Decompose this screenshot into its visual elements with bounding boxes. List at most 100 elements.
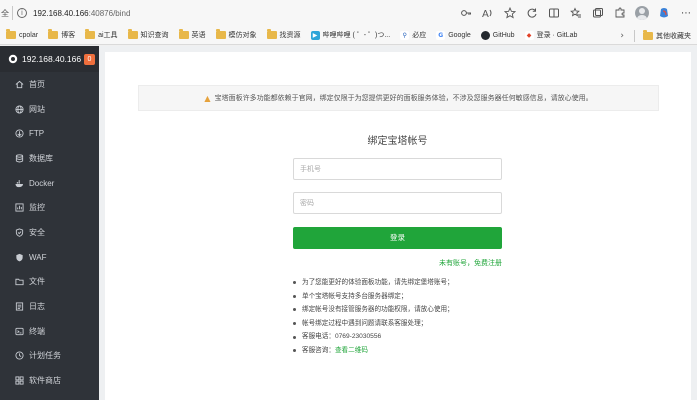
bookmark-google[interactable]: G Google [436, 30, 471, 40]
favorite-star-icon[interactable] [499, 2, 521, 24]
key-icon[interactable] [455, 2, 477, 24]
site-info-icon[interactable]: i [17, 8, 27, 18]
qr-code-link[interactable]: 查看二维码 [335, 344, 368, 358]
folder-icon [48, 29, 59, 39]
tips-list: 为了您能更好的体验面板功能，请先绑定堡塔账号； 单个宝塔帐号支持多台服务器绑定；… [293, 276, 593, 358]
login-button[interactable]: 登录 [293, 227, 502, 249]
sidebar-item-label: 监控 [29, 203, 45, 213]
list-item: 帐号绑定过程中遇到问题请联系客服处理； [293, 317, 593, 331]
home-icon [14, 79, 24, 89]
folder-icon [266, 29, 277, 39]
bookmark-bilibili[interactable]: ▶ 哔哩哔哩 ( ゜- ゜)つ... [310, 30, 391, 40]
docker-icon [14, 178, 24, 188]
sidebar-server-header[interactable]: 192.168.40.166 0 [0, 46, 99, 72]
address-left-glyph: 全 [1, 8, 9, 18]
folder-icon [127, 29, 138, 39]
bookmarks-bar: cpolar 博客 ai工具 知识查询 英语 模仿对象 找资源 ▶ 哔哩哔哩 ( … [0, 26, 697, 45]
server-icon [8, 54, 18, 64]
password-input[interactable] [293, 192, 502, 214]
bookmark-resources[interactable]: 找资源 [266, 29, 301, 40]
monitor-icon [14, 203, 24, 213]
refresh-extension-icon[interactable] [521, 2, 543, 24]
sidebar-item-home[interactable]: 首页 [0, 72, 99, 97]
collections-icon[interactable] [587, 2, 609, 24]
bookmark-label: cpolar [19, 31, 39, 39]
sidebar-item-terminal[interactable]: 终端 [0, 319, 99, 344]
folder-icon [178, 29, 189, 39]
sidebar-item-files[interactable]: 文件 [0, 270, 99, 295]
folder-icon [643, 29, 653, 40]
split-screen-icon[interactable] [543, 2, 565, 24]
bookmark-label: ai工具 [98, 32, 118, 39]
chevron-right-icon[interactable]: › [620, 31, 624, 41]
sidebar-item-website[interactable]: 网站 [0, 97, 99, 122]
extensions-icon[interactable] [609, 2, 631, 24]
list-item: 为了您能更好的体验面板功能，请先绑定堡塔账号； [293, 276, 593, 290]
bookmark-imitate[interactable]: 模仿对象 [215, 29, 257, 40]
sidebar-item-logs[interactable]: 日志 [0, 294, 99, 319]
read-aloud-icon[interactable]: A [477, 2, 499, 24]
sidebar-item-label: WAF [29, 252, 47, 262]
sidebar-item-database[interactable]: 数据库 [0, 146, 99, 171]
profile-avatar[interactable] [635, 6, 649, 20]
sidebar-item-docker[interactable]: Docker [0, 171, 99, 196]
folder-icon [215, 29, 226, 39]
gitlab-icon: ◆ [524, 30, 534, 40]
notification-badge[interactable]: 0 [84, 53, 95, 65]
more-menu-icon[interactable]: ⋯ [675, 2, 697, 24]
tip-text: 客服电话：0769-23030556 [302, 333, 382, 341]
bookmark-knowledge[interactable]: 知识查询 [127, 29, 169, 40]
url-field[interactable]: 192.168.40.166:40876/bind [33, 9, 130, 18]
clock-icon [14, 351, 24, 361]
sidebar-item-waf[interactable]: WAF [0, 245, 99, 270]
sidebar-item-label: 安全 [29, 227, 45, 237]
bullet [293, 349, 296, 353]
sidebar-item-ftp[interactable]: FTP [0, 121, 99, 146]
list-item: 客服电话：0769-23030556 [293, 330, 593, 344]
bookmark-cpolar[interactable]: cpolar [6, 29, 39, 39]
sidebar-item-label: 网站 [29, 104, 45, 114]
warning-icon: ▲ [204, 93, 211, 103]
phone-input[interactable] [293, 158, 502, 180]
sidebar-item-label: Docker [29, 178, 55, 188]
bookmark-label: 模仿对象 [228, 32, 257, 39]
terminal-icon [14, 326, 24, 336]
server-ip: 192.168.40.166 [22, 54, 82, 64]
bookmark-blog[interactable]: 博客 [48, 29, 75, 40]
bookmark-ai-tools[interactable]: ai工具 [85, 29, 118, 40]
notice-banner: ▲ 宝塔面板许多功能都依赖于官网，绑定仅限于为您提供更好的面板服务体验，不涉及您… [138, 85, 659, 111]
sidebar-item-label: 计划任务 [29, 351, 61, 361]
log-icon [14, 302, 24, 312]
sidebar-item-monitor[interactable]: 监控 [0, 195, 99, 220]
bookmark-bing[interactable]: ⚲ 必应 [400, 30, 426, 40]
sidebar-item-label: 日志 [29, 302, 45, 312]
list-item: 客服咨询： 查看二维码 [293, 344, 593, 358]
sidebar-item-label: 首页 [29, 79, 45, 89]
tip-text: 为了您能更好的体验面板功能，请先绑定堡塔账号； [302, 279, 454, 286]
bookmark-label: 找资源 [279, 32, 301, 39]
register-link[interactable]: 未有账号，免费注册 [293, 258, 502, 268]
address-separator [12, 6, 13, 20]
bookmark-label: 哔哩哔哩 ( ゜- ゜)つ... [322, 32, 391, 39]
bookmark-label: 英语 [191, 32, 206, 39]
sidebar-item-cron[interactable]: 计划任务 [0, 344, 99, 369]
bookmark-gitlab[interactable]: ◆ 登录 · GitLab [524, 30, 577, 40]
folder-icon [85, 29, 96, 39]
waf-icon [14, 252, 24, 262]
sidebar-item-label: 终端 [29, 326, 45, 336]
sidebar-item-store[interactable]: 软件商店 [0, 368, 99, 393]
bookmark-other-favorites[interactable]: 其他收藏夹 [643, 29, 691, 41]
bilibili-icon: ▶ [310, 30, 320, 40]
svg-text:A: A [482, 9, 489, 19]
sidebar-item-security[interactable]: 安全 [0, 220, 99, 245]
bookmark-github[interactable]: GitHub [480, 30, 515, 40]
bookmark-english[interactable]: 英语 [178, 29, 206, 40]
favorites-icon[interactable] [565, 2, 587, 24]
bullet [293, 322, 296, 326]
bullet [293, 335, 296, 339]
url-path: :40876/bind [88, 8, 131, 18]
sidebar-item-label: FTP [29, 129, 45, 139]
copilot-icon[interactable] [653, 2, 675, 24]
bookmark-label: Google [448, 31, 471, 39]
github-icon [480, 30, 490, 40]
